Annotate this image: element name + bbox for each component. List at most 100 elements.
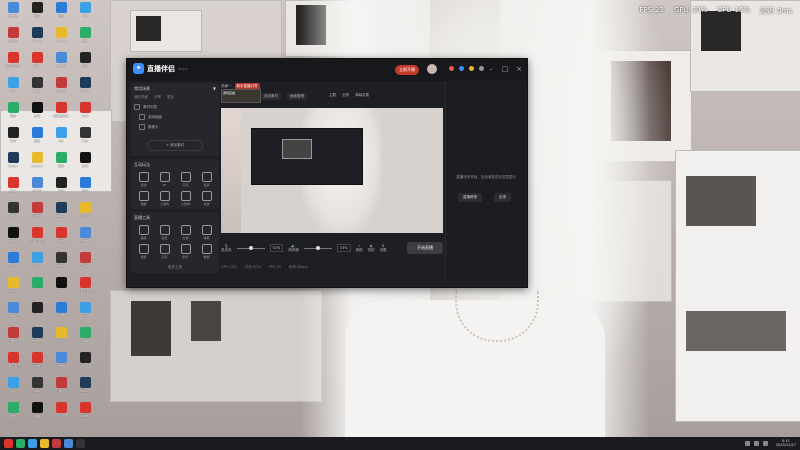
avatar[interactable]: [427, 64, 437, 74]
source-item[interactable]: 摄像头: [139, 124, 216, 130]
desktop-icon[interactable]: OBS: [26, 377, 48, 401]
theme-button[interactable]: 主题: [329, 93, 336, 98]
add-source-button[interactable]: + 添加素材: [147, 140, 203, 151]
desktop-icon[interactable]: Steam: [74, 77, 96, 101]
desktop-icon[interactable]: 回收站: [74, 252, 96, 276]
tool-item[interactable]: 美颜: [134, 225, 153, 240]
desktop-icon[interactable]: 回收站: [26, 202, 48, 226]
tool-item[interactable]: 弹幕: [197, 225, 216, 240]
taskbar-app-icon[interactable]: [16, 439, 25, 448]
start-live-button[interactable]: 开始直播: [407, 242, 443, 254]
desktop-icon[interactable]: Chrome: [74, 202, 96, 226]
desktop-icon[interactable]: 剪映: [26, 102, 48, 126]
desktop-icon[interactable]: Chrome: [2, 277, 24, 301]
desktop-icon[interactable]: 微信: [74, 327, 96, 351]
desktop-icon[interactable]: 回收站: [50, 77, 72, 101]
desktop-icon[interactable]: 剪映: [26, 402, 48, 426]
desktop-icon[interactable]: Steam: [26, 327, 48, 351]
checkbox-icon[interactable]: [139, 114, 145, 120]
desktop-icon[interactable]: 抖音: [74, 52, 96, 76]
desktop-icon[interactable]: 网易云音乐: [26, 227, 48, 251]
desktop-icon[interactable]: WPS: [2, 177, 24, 201]
desktop-icon[interactable]: 网易云音乐: [50, 102, 72, 126]
desktop-icon[interactable]: Steam: [74, 377, 96, 401]
danmaku-settings-button[interactable]: 弹幕设置: [355, 93, 369, 98]
tool-item[interactable]: 录屏: [134, 244, 153, 259]
desktop-icon[interactable]: WPS: [26, 52, 48, 76]
desktop-icon[interactable]: 此电脑: [74, 227, 96, 251]
taskbar-app-icon[interactable]: [40, 439, 49, 448]
tool-item[interactable]: 连线: [134, 172, 153, 187]
desktop-icon[interactable]: 剪映: [50, 277, 72, 301]
chevron-down-icon[interactable]: ▼: [213, 86, 216, 92]
mic-control[interactable]: 🎙 麦克风: [221, 244, 232, 253]
desktop-icon[interactable]: OBS: [2, 202, 24, 226]
screen-manage-button[interactable]: 画面管理: [287, 93, 307, 100]
tool-item[interactable]: 红包: [176, 172, 195, 187]
tool-item[interactable]: 福袋: [134, 191, 153, 206]
desktop-icon[interactable]: 微信: [2, 102, 24, 126]
notify-icon[interactable]: [449, 66, 454, 71]
desktop-icon[interactable]: QQ: [2, 377, 24, 401]
message-icon[interactable]: [459, 66, 464, 71]
taskbar-app-icon[interactable]: [4, 439, 13, 448]
desktop-icon[interactable]: OBS: [26, 77, 48, 101]
desktop-icon[interactable]: WPS: [74, 102, 96, 126]
desktop-icon[interactable]: 抖音: [2, 127, 24, 151]
maximize-icon[interactable]: □: [501, 65, 509, 73]
desktop-icon[interactable]: 迅雷: [26, 127, 48, 151]
desktop-icon[interactable]: 网易云音乐: [2, 52, 24, 76]
desktop-icon[interactable]: 抖音: [26, 2, 48, 26]
desktop-icon[interactable]: QQ: [26, 252, 48, 276]
tool-item[interactable]: 助手: [176, 244, 195, 259]
scenes-header[interactable]: 常用场景: [134, 86, 150, 92]
feedback-button[interactable]: 反馈: [494, 193, 511, 202]
desktop-icon[interactable]: 此电脑: [26, 177, 48, 201]
source-item[interactable]: 游戏画面: [139, 114, 216, 120]
desktop-icon[interactable]: 网易云音乐: [2, 352, 24, 376]
desktop-icon[interactable]: 微信: [74, 27, 96, 51]
desktop-icon[interactable]: 微信: [26, 277, 48, 301]
desktop-icon[interactable]: 回收站: [2, 27, 24, 51]
checkbox-icon[interactable]: [139, 124, 145, 130]
open-live-button[interactable]: 立即开播: [395, 65, 419, 75]
desktop-icon[interactable]: Chrome: [26, 152, 48, 176]
desktop-icon[interactable]: 回收站: [2, 327, 24, 351]
taskbar-app-icon[interactable]: [52, 439, 61, 448]
desktop-icon[interactable]: OBS: [74, 127, 96, 151]
desktop-icon[interactable]: 抖音: [74, 352, 96, 376]
desktop-icon[interactable]: 微信: [2, 402, 24, 426]
beauty-control[interactable]: ✧ 美颜: [356, 244, 363, 253]
desktop-icon[interactable]: WPS: [74, 402, 96, 426]
desktop-icon[interactable]: QQ: [74, 302, 96, 326]
tutorial-button[interactable]: 直播教程: [458, 193, 482, 202]
tool-item[interactable]: 高清: [155, 244, 174, 259]
desktop-icon[interactable]: 此电脑: [2, 2, 24, 26]
tool-item[interactable]: 小游戏: [155, 191, 174, 206]
subtab-more[interactable]: 更多: [167, 95, 174, 100]
desktop-icon[interactable]: 此电脑: [50, 52, 72, 76]
source-group[interactable]: 素材列表: [134, 104, 216, 110]
checkbox-icon[interactable]: [134, 104, 140, 110]
desktop-icon[interactable]: 网易云音乐: [74, 277, 96, 301]
speaker-control[interactable]: 🔈 扬声器: [288, 244, 299, 253]
taskbar-app-icon[interactable]: [28, 439, 37, 448]
minimize-icon[interactable]: –: [487, 65, 495, 73]
taskbar-app-icon[interactable]: [76, 439, 85, 448]
desktop-icon[interactable]: WPS: [50, 227, 72, 251]
desktop-icon[interactable]: 微信: [50, 152, 72, 176]
desktop-icon[interactable]: Chrome: [50, 327, 72, 351]
desktop-icon[interactable]: QQ: [50, 127, 72, 151]
desktop-icon[interactable]: Steam: [26, 27, 48, 51]
close-icon[interactable]: ×: [515, 65, 523, 73]
stream-preview[interactable]: [221, 108, 443, 233]
battery-icon[interactable]: [762, 440, 768, 446]
desktop-icon[interactable]: Steam: [50, 202, 72, 226]
settings-control[interactable]: ⚙ 设置: [380, 244, 387, 253]
add-material-button[interactable]: 添加素材: [261, 93, 281, 100]
desktop-icon[interactable]: 此电脑: [50, 352, 72, 376]
desktop-icon[interactable]: QQ: [74, 2, 96, 26]
subtab-my-scenes[interactable]: 我的场景: [134, 95, 148, 100]
desktop-icon[interactable]: QQ: [2, 77, 24, 101]
desktop-icon[interactable]: 抖音: [50, 177, 72, 201]
